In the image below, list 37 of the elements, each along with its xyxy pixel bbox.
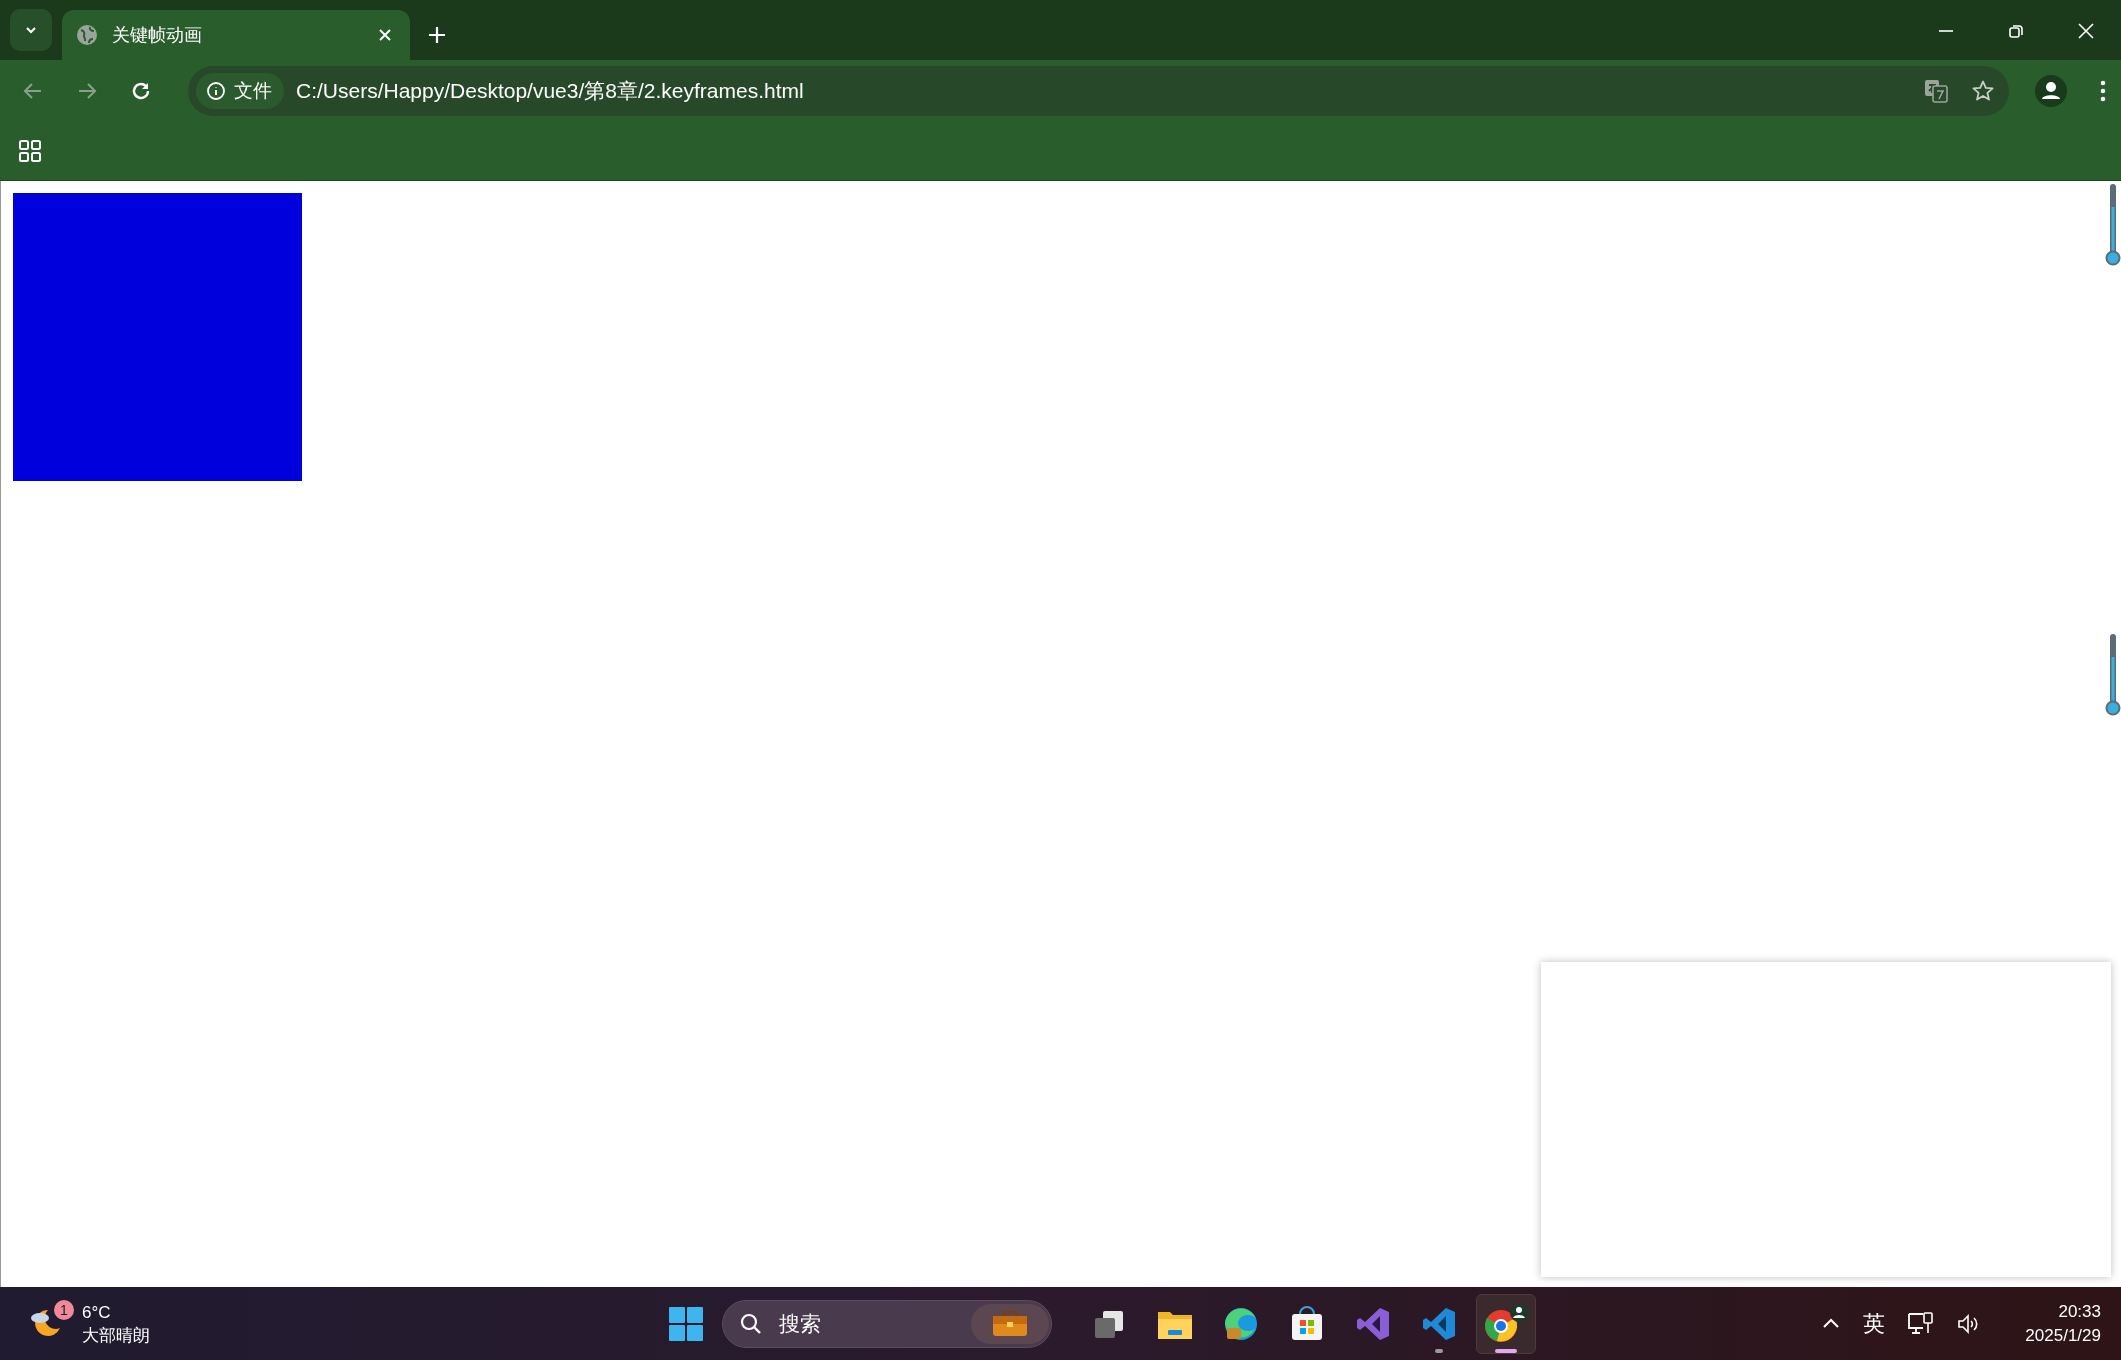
star-icon[interactable]	[1971, 79, 1995, 103]
info-icon	[206, 81, 226, 101]
search-field[interactable]: 搜索	[777, 1310, 891, 1337]
thermometer-icon	[2105, 633, 2121, 717]
profile-icon[interactable]	[2035, 75, 2067, 107]
start-icon[interactable]	[668, 1305, 704, 1342]
clock-time[interactable]: 20:33	[2058, 1299, 2101, 1324]
translate-icon[interactable]	[1923, 78, 1949, 104]
site-info-chip[interactable]: 文件	[196, 73, 284, 109]
restore-icon[interactable]	[2007, 22, 2025, 40]
store-bag-icon	[1289, 1305, 1325, 1342]
search-icon	[739, 1311, 763, 1336]
tab-title: 关键帧动画	[112, 24, 203, 47]
browser-wave-icon	[1223, 1305, 1259, 1342]
apps-grid-icon[interactable]	[18, 139, 42, 163]
clock-date[interactable]: 2025/1/29	[2025, 1323, 2101, 1348]
menu-icon[interactable]	[2099, 79, 2107, 103]
notification-badge: 1	[54, 1299, 74, 1320]
browser-tab[interactable]: 关键帧动画	[62, 10, 410, 60]
temperature-text: 6°C	[82, 1301, 112, 1324]
new-tab-icon[interactable]	[428, 26, 446, 44]
close-icon[interactable]	[378, 28, 392, 42]
close-icon[interactable]	[2077, 22, 2095, 40]
address-bar[interactable]: 文件 C:/Users/Happy/Desktop/vue3/第8章/2.keyframes.html	[188, 66, 2009, 116]
infinity-ribbon-icon	[1355, 1305, 1391, 1342]
thermometer-icon	[2105, 183, 2121, 267]
code-ribbon-icon	[1421, 1305, 1457, 1342]
input-method-indicator[interactable]: 英	[1863, 1308, 1886, 1339]
globe-icon	[76, 24, 98, 46]
security-label: 文件	[234, 79, 272, 103]
network-monitor-icon[interactable]	[1907, 1310, 1936, 1337]
url-text: C:/Users/Happy/Desktop/vue3/第8章/2.keyframes.html	[296, 78, 804, 104]
briefcase-icon	[971, 1303, 1049, 1344]
weather-condition-text: 大部晴朗	[82, 1324, 150, 1347]
taskbar-app-button[interactable]	[1476, 1293, 1536, 1354]
chrome-ball-icon	[1483, 1303, 1529, 1344]
reload-icon[interactable]	[130, 80, 152, 102]
